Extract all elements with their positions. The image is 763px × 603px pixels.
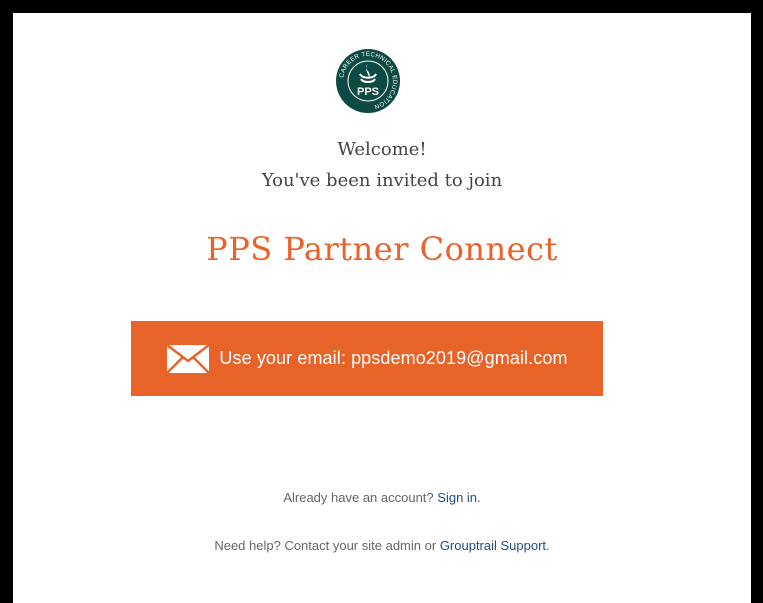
envelope-icon [166,343,211,374]
help-prompt: Need help? Contact your site admin or [214,538,437,553]
invited-text: You've been invited to join [261,170,503,191]
use-email-label: Use your email: ppsdemo2019@gmail.com [219,348,568,368]
grouptrail-support-link[interactable]: Grouptrail Support [440,538,546,553]
signin-prompt: Already have an account? [283,490,434,505]
help-suffix: . [546,538,550,553]
window-frame: CAREER TECHNICAL EDUCATION PPS Welcome! … [0,0,763,603]
invite-page: CAREER TECHNICAL EDUCATION PPS Welcome! … [13,13,751,603]
welcome-heading: Welcome! [337,139,427,160]
community-title: PPS Partner Connect [206,230,558,268]
use-email-button[interactable]: Use your email: ppsdemo2019@gmail.com [131,321,603,396]
logo-monogram: PPS [357,86,379,98]
signin-prompt-line: Already have an account? Sign in. [13,490,751,505]
sign-in-link[interactable]: Sign in. [437,490,480,505]
pps-cte-logo-icon: CAREER TECHNICAL EDUCATION PPS [336,49,400,113]
help-line: Need help? Contact your site admin or Gr… [13,538,751,553]
